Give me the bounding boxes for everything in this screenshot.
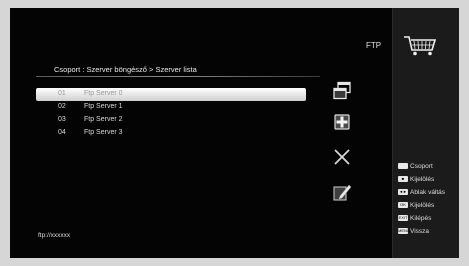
ok-key-icon: OK bbox=[398, 202, 408, 209]
legend-label: Kijelölés bbox=[410, 202, 435, 209]
tv-screen: FTP Csoport : Szerver böngésző > Szerver… bbox=[10, 8, 459, 258]
shopping-cart-icon bbox=[404, 36, 437, 56]
server-name: Ftp Server 2 bbox=[84, 116, 123, 123]
server-name: Ftp Server 3 bbox=[84, 129, 123, 136]
legend-item: Csoport bbox=[398, 163, 445, 176]
legend-label: Kilépés bbox=[410, 215, 432, 222]
legend-label: Vissza bbox=[410, 228, 430, 235]
server-number: 04 bbox=[58, 129, 66, 136]
list-item[interactable]: 02 Ftp Server 1 bbox=[36, 101, 306, 114]
server-number: 03 bbox=[58, 116, 66, 123]
exit-key-icon: EXIT bbox=[398, 215, 408, 222]
breadcrumb: Csoport : Szerver böngésző > Szerver lis… bbox=[54, 65, 197, 74]
legend-item: MENUVissza bbox=[398, 228, 445, 241]
menu-key-icon: MENU bbox=[398, 228, 410, 235]
add-plus-icon[interactable] bbox=[332, 112, 352, 132]
legend-item: ◄► Ablak váltás bbox=[398, 189, 445, 202]
server-list: 01 Ftp Server 0 02 Ftp Server 1 03 Ftp S… bbox=[36, 88, 306, 140]
server-number: 02 bbox=[58, 103, 66, 110]
legend-label: Ablak váltás bbox=[410, 189, 446, 196]
server-name: Ftp Server 1 bbox=[84, 103, 123, 110]
title-divider bbox=[36, 76, 320, 77]
key-legend: Csoport ■ Kijelölés ◄► Ablak váltás OK Kije… bbox=[398, 163, 445, 241]
list-item[interactable]: 03 Ftp Server 2 bbox=[36, 114, 306, 127]
legend-label: Kijelölés bbox=[410, 176, 435, 183]
list-item[interactable]: 04 Ftp Server 3 bbox=[36, 127, 306, 140]
white-key-icon bbox=[398, 163, 408, 170]
ftp-path: ftp://xxxxxx bbox=[38, 232, 71, 239]
legend-item: EXIT Kilépés bbox=[398, 215, 445, 228]
window-switch-key-icon: ◄► bbox=[398, 189, 408, 196]
legend-item: OK Kijelölés bbox=[398, 202, 445, 215]
server-name: Ftp Server 0 bbox=[84, 90, 123, 97]
select-key-icon: ■ bbox=[398, 176, 408, 183]
edit-pencil-icon[interactable] bbox=[332, 182, 352, 202]
copy-windows-icon[interactable] bbox=[332, 81, 352, 101]
server-number: 01 bbox=[58, 90, 66, 97]
list-item[interactable]: 01 Ftp Server 0 bbox=[36, 88, 306, 101]
legend-label: Csoport bbox=[410, 163, 433, 170]
legend-item: ■ Kijelölés bbox=[398, 176, 445, 189]
mode-label: FTP bbox=[366, 41, 382, 50]
delete-x-icon[interactable] bbox=[332, 147, 352, 167]
